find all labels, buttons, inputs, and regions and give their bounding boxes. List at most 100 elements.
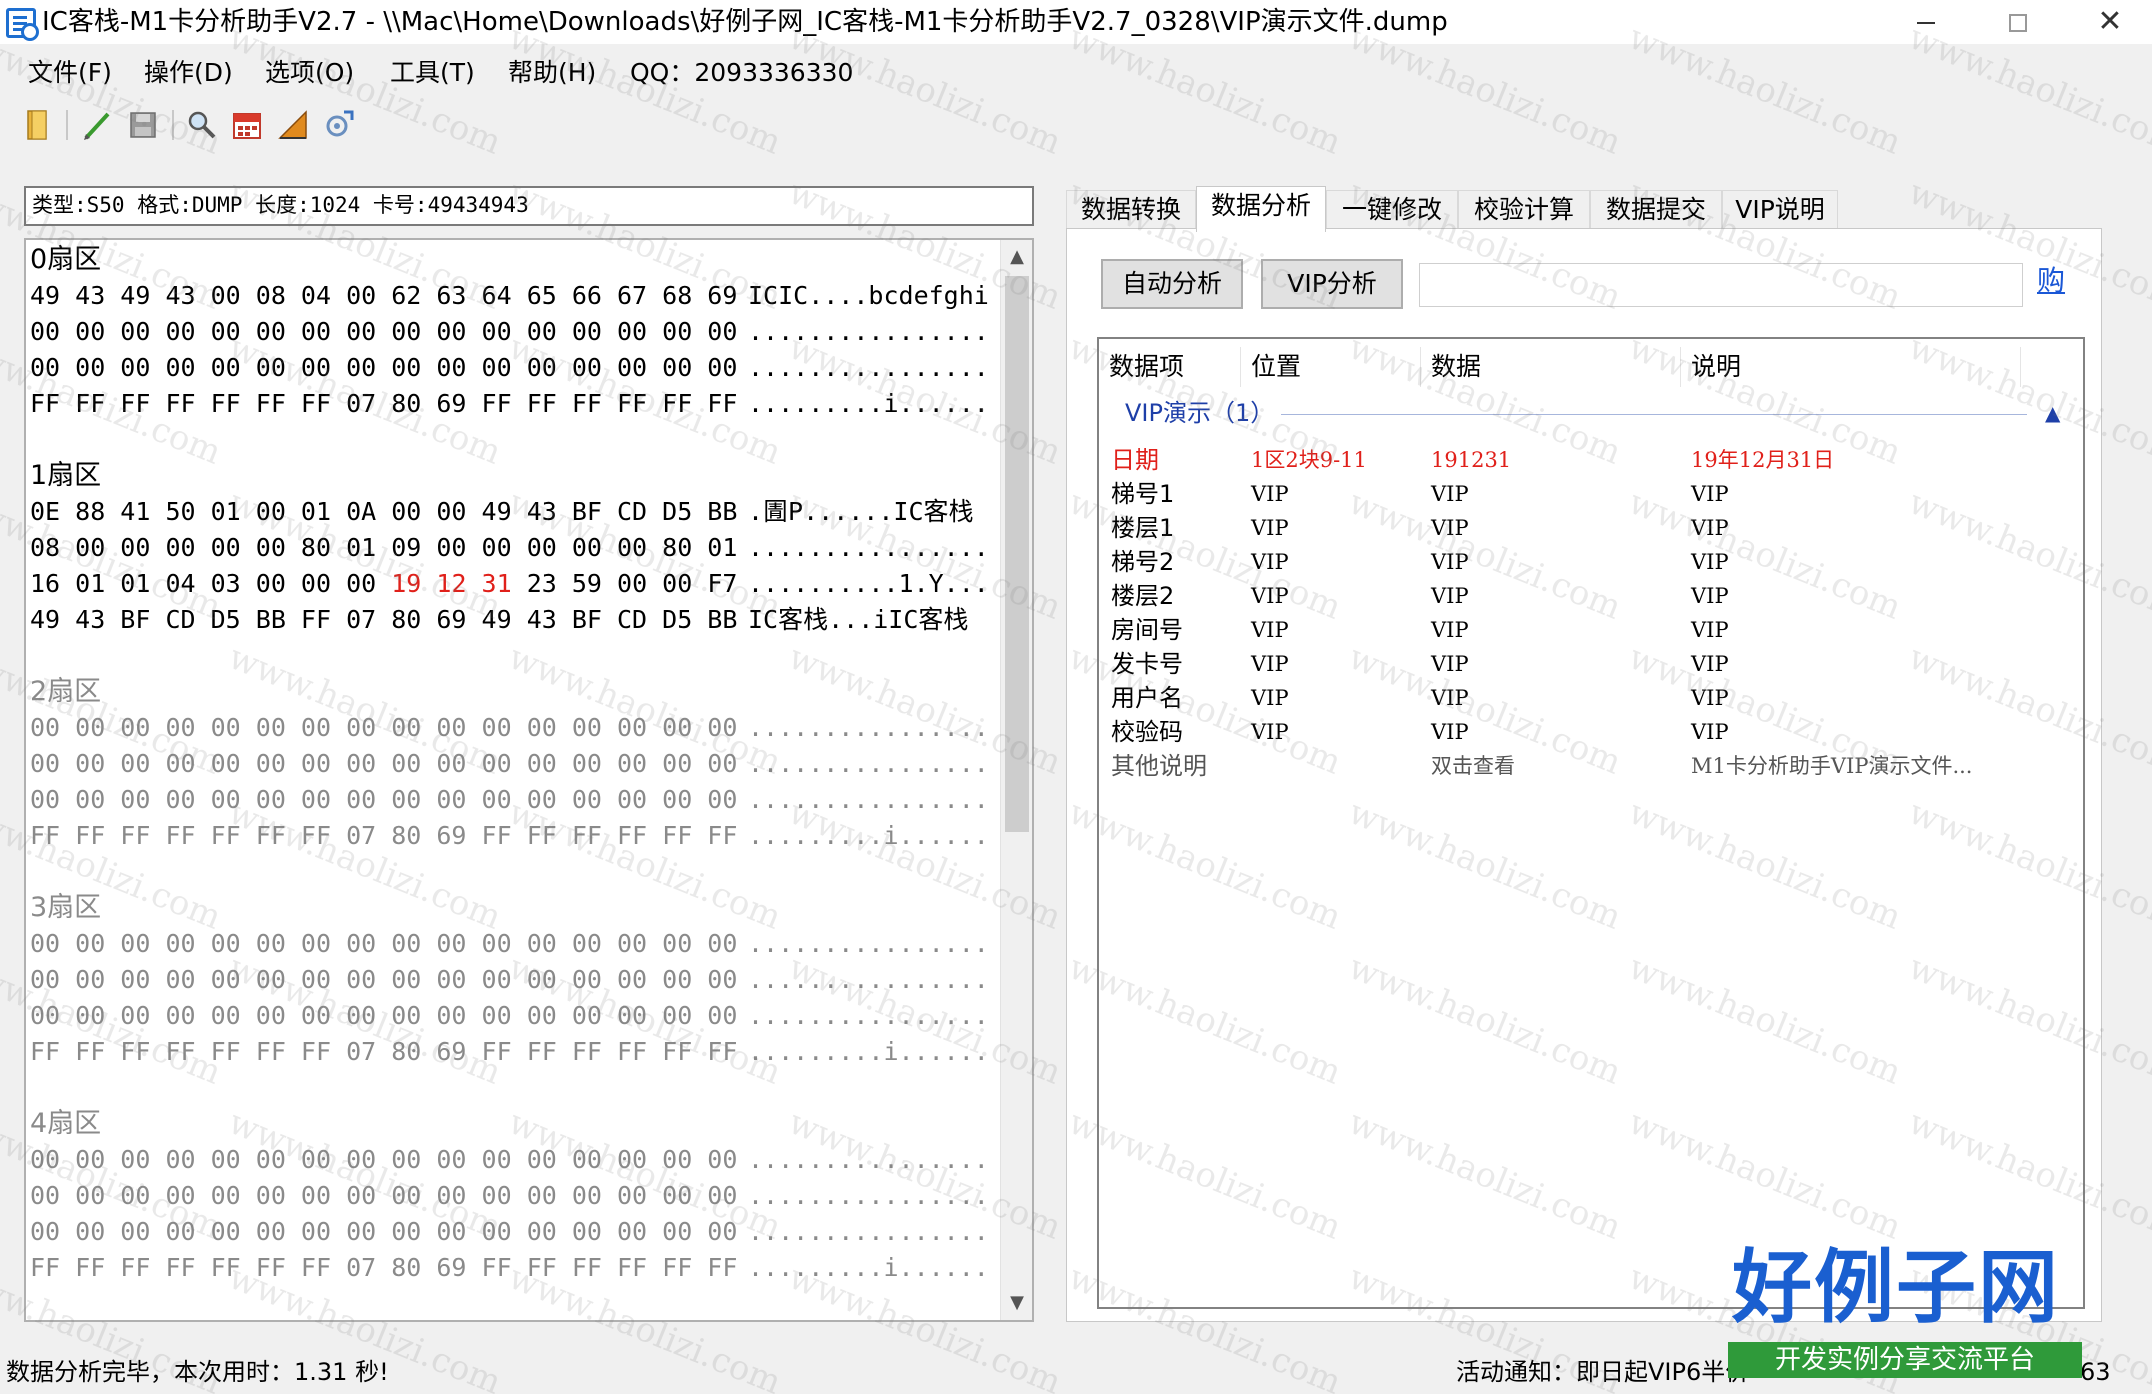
cell-position: VIP (1251, 652, 1289, 676)
cell-desc: VIP (1691, 686, 1729, 710)
hex-bytes: 0E 88 41 50 01 00 01 0A 00 00 49 43 BF C… (30, 497, 738, 526)
edit-button[interactable] (80, 108, 114, 142)
ascii-text: ................ (748, 929, 989, 958)
hex-view-panel[interactable]: 0扇区 49 43 49 43 00 08 04 00 62 63 64 65 6… (24, 238, 1034, 1322)
menu-operate[interactable]: 操作(D) (144, 56, 233, 90)
cell-position: VIP (1251, 516, 1289, 540)
table-row[interactable]: 楼层1 VIP VIP VIP (1099, 511, 2083, 545)
cell-position: VIP (1251, 686, 1289, 710)
hex-bytes: 00 00 00 00 00 00 00 00 00 00 00 00 00 0… (30, 749, 738, 778)
hex-row[interactable]: 00 00 00 00 00 00 00 00 00 00 00 00 00 0… (30, 746, 1000, 782)
hex-row[interactable]: 00 00 00 00 00 00 00 00 00 00 00 00 00 0… (30, 962, 1000, 998)
hex-row[interactable]: 00 00 00 00 00 00 00 00 00 00 00 00 00 0… (30, 314, 1000, 350)
hex-bytes: FF FF FF FF FF FF FF 07 80 69 FF FF FF F… (30, 821, 738, 850)
hex-row[interactable]: 00 00 00 00 00 00 00 00 00 00 00 00 00 0… (30, 1178, 1000, 1214)
sector-title: 1扇区 (30, 460, 102, 491)
sector-gap (30, 638, 1000, 674)
hex-row[interactable]: 0E 88 41 50 01 00 01 0A 00 00 49 43 BF C… (30, 494, 1000, 530)
hex-row[interactable]: 00 00 00 00 00 00 00 00 00 00 00 00 00 0… (30, 998, 1000, 1034)
cell-desc: 19年12月31日 (1691, 448, 1835, 472)
cell-desc: VIP (1691, 516, 1729, 540)
hex-row[interactable]: 00 00 00 00 00 00 00 00 00 00 00 00 00 0… (30, 1142, 1000, 1178)
scroll-thumb[interactable] (1005, 276, 1029, 832)
search-button[interactable] (184, 108, 218, 142)
auto-analyze-button[interactable]: 自动分析 (1101, 259, 1243, 309)
hex-row[interactable]: FF FF FF FF FF FF FF 07 80 69 FF FF FF F… (30, 1034, 1000, 1070)
ascii-text: ................ (748, 965, 989, 994)
chart-button[interactable] (276, 108, 310, 142)
cell-desc: VIP (1691, 550, 1729, 574)
tab-data-convert[interactable]: 数据转换 (1066, 190, 1196, 230)
vip-analyze-button[interactable]: VIP分析 (1261, 259, 1403, 309)
table-row[interactable]: 发卡号 VIP VIP VIP (1099, 647, 2083, 681)
menu-options[interactable]: 选项(O) (265, 56, 354, 90)
brand-slogan: 开发实例分享交流平台 (1728, 1342, 2082, 1378)
table-row[interactable]: 校验码 VIP VIP VIP (1099, 715, 2083, 749)
search-icon (188, 111, 216, 139)
hex-row[interactable]: 16 01 01 04 03 00 00 00 19 12 31 23 59 0… (30, 566, 1000, 602)
table-row[interactable]: 梯号1 VIP VIP VIP (1099, 477, 2083, 511)
tab-data-analysis[interactable]: 数据分析 (1196, 186, 1326, 232)
hex-row[interactable]: 00 00 00 00 00 00 00 00 00 00 00 00 00 0… (30, 926, 1000, 962)
col-header-position[interactable]: 位置 (1241, 347, 1421, 387)
status-tail: 63 (2080, 1358, 2111, 1386)
chevron-up-icon[interactable]: ▲ (2045, 393, 2060, 433)
tab-checksum[interactable]: 校验计算 (1458, 190, 1590, 230)
menu-bar: 文件(F) 操作(D) 选项(O) 工具(T) 帮助(H) QQ：2093336… (0, 50, 2152, 96)
group-title: VIP演示（1） (1125, 399, 1275, 427)
cell-position: VIP (1251, 550, 1289, 574)
buy-link[interactable]: 购 (2037, 259, 2065, 303)
open-folder-button[interactable] (22, 108, 56, 142)
hex-row[interactable]: 49 43 BF CD D5 BB FF 07 80 69 49 43 BF C… (30, 602, 1000, 638)
tab-one-click-modify[interactable]: 一键修改 (1326, 190, 1458, 230)
calendar-button[interactable] (230, 108, 264, 142)
ascii-text: .圊P......IC客栈 (748, 497, 974, 526)
hex-row[interactable]: 00 00 00 00 00 00 00 00 00 00 00 00 00 0… (30, 350, 1000, 386)
ascii-text: .........i...... (748, 821, 989, 850)
ascii-text: ................ (748, 713, 989, 742)
menu-file[interactable]: 文件(F) (28, 56, 112, 90)
toolbar (0, 100, 2152, 150)
cell-data: VIP (1431, 482, 1469, 506)
scroll-down-icon[interactable]: ▼ (1001, 1288, 1032, 1318)
tab-data-submit[interactable]: 数据提交 (1590, 190, 1722, 230)
scroll-up-icon[interactable]: ▲ (1001, 242, 1032, 272)
group-header[interactable]: VIP演示（1） ▲ (1099, 393, 2083, 433)
hex-row[interactable]: 00 00 00 00 00 00 00 00 00 00 00 00 00 0… (30, 1214, 1000, 1250)
table-row[interactable]: 其他说明 双击查看 M1卡分析助手VIP演示文件... (1099, 749, 2083, 783)
hex-row[interactable]: 00 00 00 00 00 00 00 00 00 00 00 00 00 0… (30, 782, 1000, 818)
menu-tools[interactable]: 工具(T) (390, 56, 475, 90)
hex-bytes: 00 00 00 00 00 00 00 00 00 00 00 00 00 0… (30, 965, 738, 994)
close-icon: ✕ (2097, 4, 2123, 39)
hex-scrollbar[interactable]: ▲ ▼ (1000, 240, 1032, 1320)
hex-row[interactable]: 08 00 00 00 00 00 80 01 09 00 00 00 00 0… (30, 530, 1000, 566)
col-header-data[interactable]: 数据 (1421, 347, 1681, 387)
title-bar: IC客栈-M1卡分析助手V2.7 - \\Mac\Home\Downloads\… (0, 0, 2152, 44)
hex-row[interactable]: FF FF FF FF FF FF FF 07 80 69 FF FF FF F… (30, 818, 1000, 854)
save-button[interactable] (126, 108, 160, 142)
minimize-button[interactable] (1880, 0, 1972, 44)
cell-item: 其他说明 (1111, 752, 1207, 780)
hex-row[interactable]: FF FF FF FF FF FF FF 07 80 69 FF FF FF F… (30, 1250, 1000, 1286)
menu-qq[interactable]: QQ：2093336330 (630, 56, 853, 90)
close-button[interactable]: ✕ (2064, 0, 2152, 44)
hex-row[interactable]: 49 43 49 43 00 08 04 00 62 63 64 65 66 6… (30, 278, 1000, 314)
analysis-panel: 自动分析 VIP分析 购 数据项 位置 数据 说明 VIP演示（1） ▲ 日期 1… (1066, 228, 2102, 1322)
hex-row[interactable]: 00 00 00 00 00 00 00 00 00 00 00 00 00 0… (30, 710, 1000, 746)
table-row[interactable]: 日期 1区2块9-11 191231 19年12月31日 (1099, 443, 2083, 477)
table-row[interactable]: 楼层2 VIP VIP VIP (1099, 579, 2083, 613)
col-header-item[interactable]: 数据项 (1099, 347, 1241, 387)
menu-help[interactable]: 帮助(H) (508, 56, 596, 90)
tab-vip-info[interactable]: VIP说明 (1722, 190, 1838, 230)
status-message: 数据分析完毕，本次用时：1.31 秒! (6, 1358, 389, 1386)
table-row[interactable]: 房间号 VIP VIP VIP (1099, 613, 2083, 647)
sector-gap (30, 854, 1000, 890)
table-row[interactable]: 梯号2 VIP VIP VIP (1099, 545, 2083, 579)
settings-button[interactable] (322, 108, 356, 142)
col-header-desc[interactable]: 说明 (1681, 347, 2021, 387)
calendar-icon (233, 113, 261, 139)
analysis-input[interactable] (1419, 263, 2023, 307)
maximize-button[interactable] (1972, 0, 2064, 44)
hex-row[interactable]: FF FF FF FF FF FF FF 07 80 69 FF FF FF F… (30, 386, 1000, 422)
table-row[interactable]: 用户名 VIP VIP VIP (1099, 681, 2083, 715)
